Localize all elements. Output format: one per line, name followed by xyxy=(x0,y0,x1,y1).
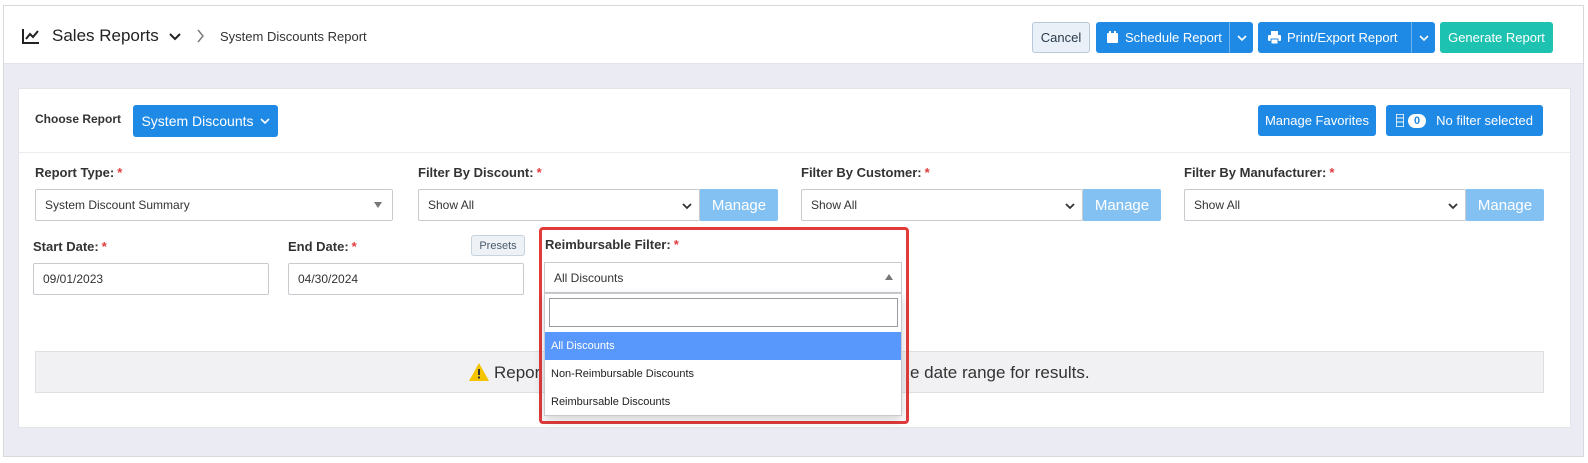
filter-customer-value: Show All xyxy=(811,198,858,212)
manage-favorites-button[interactable]: Manage Favorites xyxy=(1258,105,1376,136)
schedule-report-label: Schedule Report xyxy=(1125,30,1222,45)
filter-discount-label: Filter By Discount: * xyxy=(418,165,542,180)
start-date-input[interactable]: 09/01/2023 xyxy=(33,263,269,295)
option-all-discounts[interactable]: All Discounts xyxy=(545,332,901,360)
cancel-button[interactable]: Cancel xyxy=(1032,22,1090,53)
presets-button[interactable]: Presets xyxy=(471,235,525,256)
caret-up-icon xyxy=(885,274,893,280)
schedule-report-dropdown-toggle[interactable] xyxy=(1229,22,1253,53)
filter-discount-select[interactable]: Show All xyxy=(418,189,700,221)
presets-label: Presets xyxy=(479,239,517,252)
manage-customer-button[interactable]: Manage xyxy=(1083,189,1161,221)
filter-manufacturer-value: Show All xyxy=(1194,198,1241,212)
manage-manufacturer-button[interactable]: Manage xyxy=(1466,189,1544,221)
manage-manufacturer-label: Manage xyxy=(1477,196,1533,214)
manage-customer-label: Manage xyxy=(1094,196,1150,214)
chevron-down-icon xyxy=(1236,34,1247,41)
start-date-label: Start Date: * xyxy=(33,239,107,254)
manage-discount-button[interactable]: Manage xyxy=(700,189,778,221)
print-export-dropdown-toggle[interactable] xyxy=(1411,22,1435,53)
filter-summary-button[interactable]: 0 No filter selected xyxy=(1386,105,1543,136)
cancel-button-label: Cancel xyxy=(1040,30,1082,45)
breadcrumb: System Discounts Report xyxy=(220,29,367,44)
choose-report-label: Choose Report xyxy=(35,112,122,126)
reimbursable-filter-value: All Discounts xyxy=(554,270,624,285)
start-date-value: 09/01/2023 xyxy=(43,272,104,286)
choose-report-value: System Discounts xyxy=(141,113,254,129)
schedule-report-button[interactable]: Schedule Report xyxy=(1096,22,1253,53)
end-date-input[interactable]: 04/30/2024 xyxy=(288,263,524,295)
chevron-down-icon[interactable] xyxy=(169,32,181,42)
caret-down-icon xyxy=(374,202,382,208)
manage-favorites-label: Manage Favorites xyxy=(1264,113,1370,128)
print-export-label: Print/Export Report xyxy=(1287,30,1398,45)
filter-manufacturer-select[interactable]: Show All xyxy=(1184,189,1466,221)
chevron-down-icon xyxy=(259,118,270,125)
option-reimbursable-discounts[interactable]: Reimbursable Discounts xyxy=(545,388,901,416)
report-type-value: System Discount Summary xyxy=(45,198,190,212)
reimbursable-filter-select[interactable]: All Discounts xyxy=(544,262,902,293)
warning-icon xyxy=(469,363,489,381)
choose-report-dropdown[interactable]: System Discounts xyxy=(133,105,278,137)
generate-report-label: Generate Report xyxy=(1448,30,1545,45)
end-date-label: End Date: * xyxy=(288,239,357,254)
report-type-label: Report Type: * xyxy=(35,165,123,180)
divider xyxy=(19,152,1570,153)
alert-text-end: e date range for results. xyxy=(910,363,1090,382)
chevron-down-icon xyxy=(1418,34,1429,41)
chevron-right-icon xyxy=(197,29,204,43)
chevron-down-icon xyxy=(682,203,692,210)
filter-summary-label: No filter selected xyxy=(1436,113,1533,128)
report-type-select[interactable]: System Discount Summary xyxy=(35,189,393,221)
filter-customer-select[interactable]: Show All xyxy=(801,189,1083,221)
manage-discount-label: Manage xyxy=(711,196,767,214)
chevron-down-icon xyxy=(1065,203,1075,210)
filter-icon xyxy=(1396,114,1405,127)
reimbursable-filter-dropdown: All Discounts Non-Reimbursable Discounts… xyxy=(544,293,902,416)
option-non-reimbursable-discounts[interactable]: Non-Reimbursable Discounts xyxy=(545,360,901,388)
generate-report-button[interactable]: Generate Report xyxy=(1440,22,1553,53)
page-header: Sales Reports System Discounts Report Ca… xyxy=(4,6,1583,64)
reimbursable-filter-label: Reimbursable Filter: * xyxy=(545,237,679,252)
filter-customer-label: Filter By Customer: * xyxy=(801,165,930,180)
calendar-icon xyxy=(1107,31,1118,43)
print-export-button[interactable]: Print/Export Report xyxy=(1258,22,1435,53)
end-date-value: 04/30/2024 xyxy=(298,272,359,286)
printer-icon xyxy=(1268,31,1281,44)
dropdown-search-input[interactable] xyxy=(549,298,898,327)
chevron-down-icon xyxy=(1448,203,1458,210)
page-title[interactable]: Sales Reports xyxy=(52,26,159,46)
filter-count-badge: 0 xyxy=(1408,113,1427,128)
alert-text-start: Repor xyxy=(494,363,541,382)
filter-manufacturer-label: Filter By Manufacturer: * xyxy=(1184,165,1335,180)
filter-discount-value: Show All xyxy=(428,198,475,212)
line-chart-icon xyxy=(22,29,39,44)
